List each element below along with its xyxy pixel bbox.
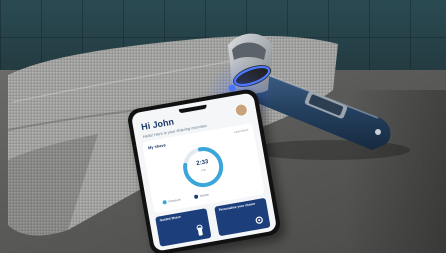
guided-shave-tile[interactable]: Guided Shave	[155, 208, 212, 247]
tile-label: Guided Shave	[159, 214, 182, 223]
tile-label: Personalise your shaver	[218, 201, 256, 212]
avatar	[233, 102, 249, 118]
shave-summary-card: My shave Last shave 2:33 min Pressure Mo…	[141, 122, 265, 214]
phone-notch	[178, 104, 208, 114]
settings-icon	[255, 216, 263, 224]
card-note: Last shave	[233, 127, 249, 135]
personalise-shaver-tile[interactable]: Personalise your shaver	[214, 197, 271, 237]
ring-legend: Pressure Motion	[162, 193, 209, 205]
legend-item: Pressure	[162, 198, 181, 205]
card-title: My shave	[147, 142, 167, 151]
product-photo: Hi John Hello! Here is your shaving over…	[0, 0, 446, 253]
phone-screen: Hi John Hello! Here is your shaving over…	[130, 92, 278, 252]
smartphone: Hi John Hello! Here is your shaving over…	[126, 87, 282, 253]
shaver-icon	[196, 224, 203, 236]
legend-item: Motion	[193, 193, 210, 200]
